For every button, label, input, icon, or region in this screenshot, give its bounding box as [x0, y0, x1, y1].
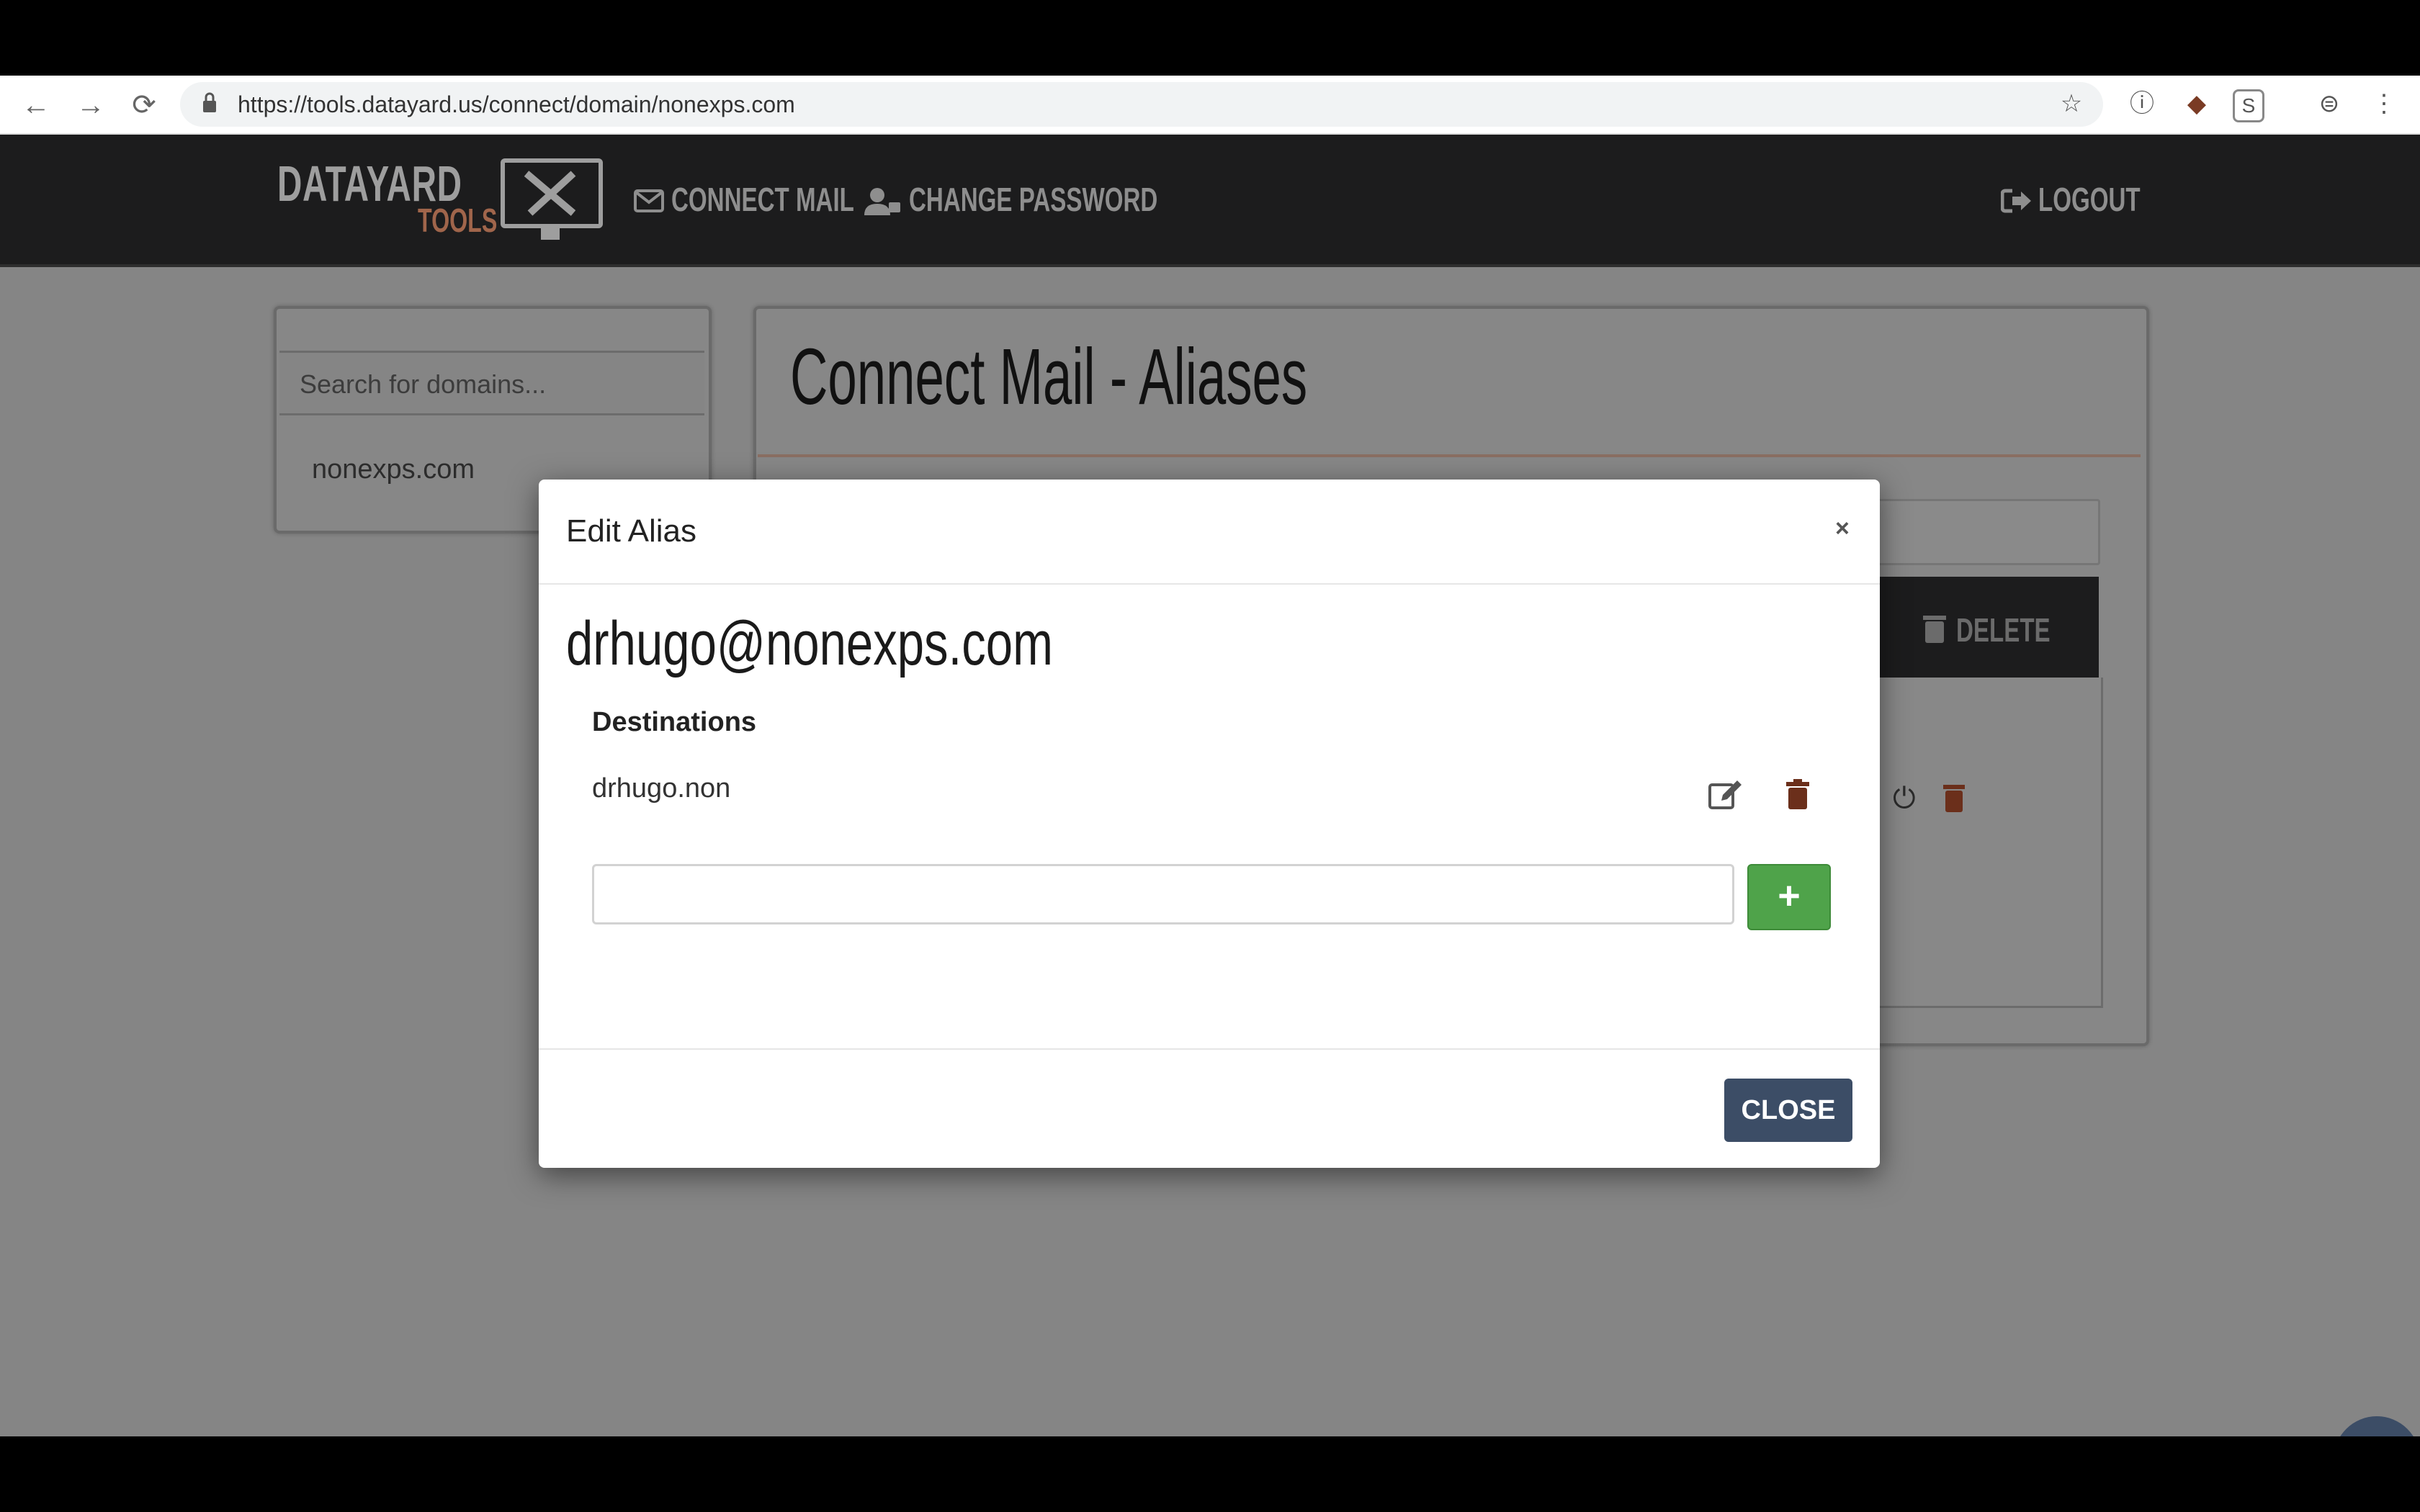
monitor-stand: [541, 227, 560, 240]
logo-subtext: TOOLS: [418, 202, 498, 239]
nav-logout[interactable]: LOGOUT: [2038, 179, 2141, 220]
modal-footer-divider: [539, 1048, 1880, 1050]
tools-icon: [501, 158, 603, 228]
vpn-extension-icon[interactable]: ⊜: [2312, 86, 2347, 121]
nav-connect-mail[interactable]: CONNECT MAIL: [671, 179, 854, 220]
screen-bottom-bar: [0, 1436, 2420, 1512]
trash-header-icon: [1923, 616, 1946, 643]
edit-alias-modal: Edit Alias × drhugo@nonexps.com Destinat…: [539, 480, 1880, 1168]
screen-top-bar: [0, 0, 2420, 76]
alias-address: drhugo@nonexps.com: [566, 609, 1053, 678]
power-icon[interactable]: ⏻: [1893, 783, 1916, 815]
lock-icon: [203, 92, 216, 112]
modal-header: [539, 480, 1880, 585]
url-text: https://tools.datayard.us/connect/domain…: [238, 91, 795, 117]
page-title: Connect Mail - Aliases: [790, 333, 1308, 421]
top-navbar: DATAYARD TOOLS CONNECT MAIL CHANGE PASSW…: [0, 135, 2420, 267]
delete-destination-icon[interactable]: [1778, 775, 1818, 815]
destination-item: drhugo.non: [592, 773, 731, 804]
browser-menu-icon[interactable]: ⋮: [2367, 86, 2401, 121]
back-icon[interactable]: ←: [16, 85, 56, 125]
s-extension-icon[interactable]: S: [2233, 89, 2264, 122]
datayard-logo[interactable]: DATAYARD TOOLS: [277, 155, 603, 241]
delete-column-label: DELETE: [1956, 611, 2051, 649]
reload-icon[interactable]: ⟳: [124, 85, 164, 125]
modal-title: Edit Alias: [566, 513, 696, 549]
user-lock-icon: [864, 188, 900, 215]
logout-icon: [2001, 189, 2031, 213]
forward-icon[interactable]: →: [71, 85, 111, 125]
extension-icon[interactable]: ◆: [2179, 86, 2214, 121]
alias-filter-input[interactable]: [1873, 499, 2100, 565]
title-divider: [758, 454, 2141, 457]
star-icon[interactable]: ☆: [2054, 86, 2089, 121]
new-destination-input[interactable]: [592, 864, 1734, 924]
envelope-icon: [634, 189, 664, 212]
edit-icon[interactable]: [1706, 775, 1746, 815]
add-destination-button[interactable]: +: [1747, 864, 1831, 930]
trash-icon[interactable]: [1942, 783, 1966, 813]
sidebar-item-domain[interactable]: nonexps.com: [312, 451, 475, 487]
modal-close-icon[interactable]: ×: [1835, 514, 1850, 543]
destinations-heading: Destinations: [592, 707, 757, 737]
nav-change-password[interactable]: CHANGE PASSWORD: [909, 179, 1157, 220]
close-button[interactable]: CLOSE: [1724, 1079, 1852, 1142]
domain-search-input[interactable]: [298, 366, 690, 402]
help-chat-button[interactable]: [2334, 1416, 2420, 1436]
password-manager-icon[interactable]: ⓘ: [2125, 86, 2159, 121]
alias-row-card: [1873, 678, 2103, 1008]
